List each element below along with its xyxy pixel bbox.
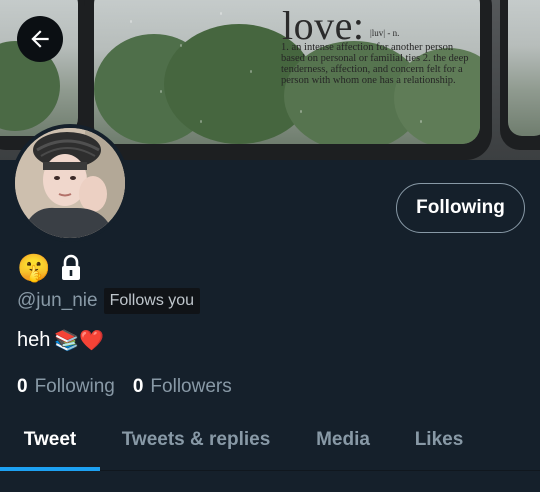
following-count: 0 [17,376,28,397]
follow-stats: 0 Following 0 Followers [17,376,232,398]
bio-emojis: 📚❤️ [54,330,105,352]
tab-likes[interactable]: Likes [398,410,480,470]
following-stat[interactable]: 0 Following [17,376,115,398]
bio: heh 📚❤️ [17,328,104,353]
handle-row: @jun_nie Follows you [17,286,201,316]
bio-text: heh [17,329,51,351]
tab-tweet[interactable]: Tweet [0,410,100,470]
back-button[interactable] [17,16,63,62]
avatar-image [15,128,125,238]
banner-pronunciation: |luv| - n. [370,28,400,38]
follows-you-badge: Follows you [103,288,201,314]
avatar[interactable] [11,124,129,242]
arrow-left-icon [31,30,49,48]
tab-media[interactable]: Media [298,410,388,470]
lock-icon [59,254,83,282]
banner-definition: 1. an intense affection for another pers… [281,42,469,86]
banner-window-right-glass [508,0,540,136]
tab-tweets-replies[interactable]: Tweets & replies [110,410,282,470]
username-handle: @jun_nie [17,290,98,311]
followers-label: Followers [150,376,232,397]
active-tab-indicator [0,467,100,471]
display-name-emoji: 🤫 [17,252,51,283]
display-name: 🤫 [17,252,83,284]
followers-count: 0 [132,376,144,397]
profile-tabs: Tweet Tweets & replies Media Likes [0,410,540,470]
following-button[interactable]: Following [396,183,525,233]
followers-stat[interactable]: 0 Followers [133,376,232,398]
following-label: Following [34,376,115,397]
